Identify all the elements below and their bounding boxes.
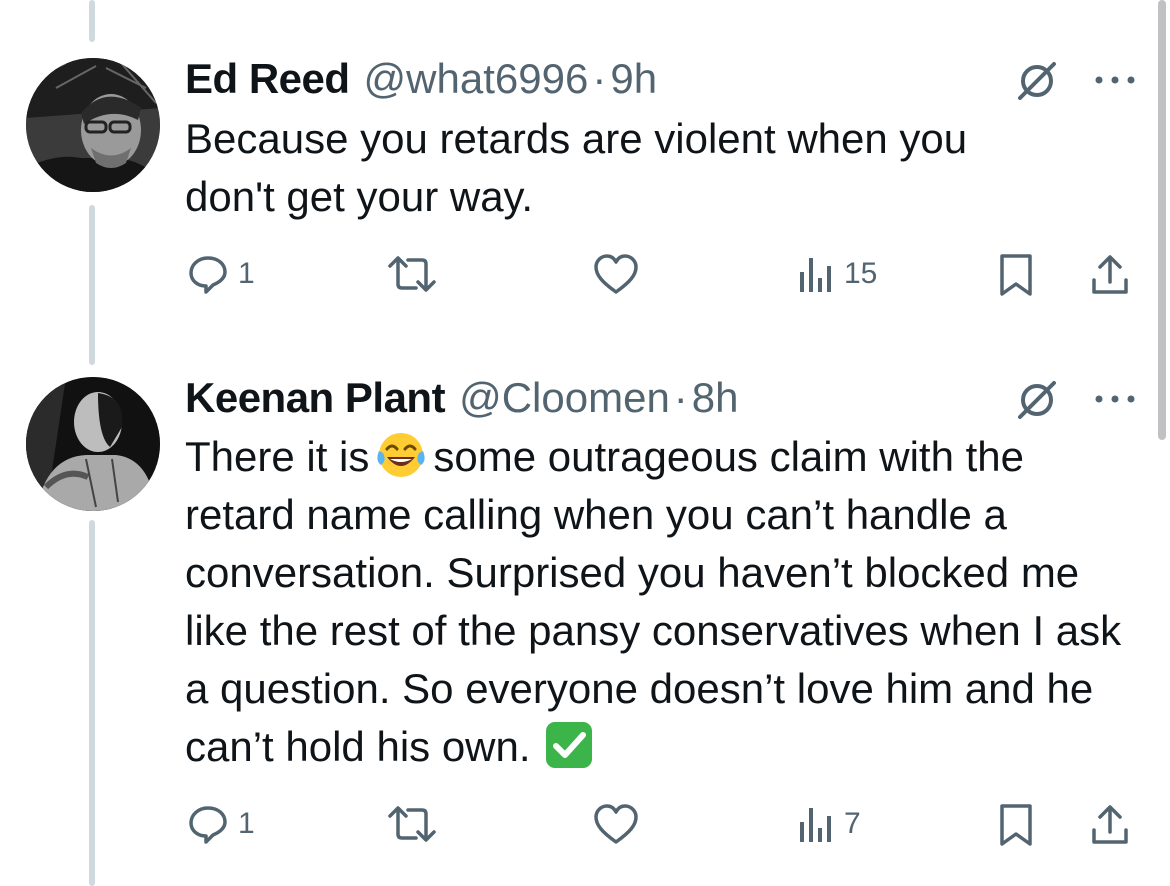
user-handle[interactable]: @Cloomen bbox=[459, 374, 670, 422]
action-bar: 1 7 bbox=[0, 800, 1170, 850]
check-mark-emoji-icon bbox=[545, 722, 592, 768]
tweet-text-start: There it is bbox=[185, 433, 370, 480]
retweet-icon bbox=[388, 806, 436, 842]
bookmark-icon bbox=[1000, 804, 1032, 846]
tweet-keenan-plant[interactable]: Keenan Plant @Cloomen · 8h There it is s… bbox=[0, 0, 1170, 886]
more-options-icon[interactable] bbox=[1092, 389, 1138, 409]
like-button[interactable] bbox=[592, 802, 640, 846]
bookmark-button[interactable] bbox=[998, 802, 1034, 848]
views-button[interactable]: 7 bbox=[796, 802, 861, 846]
avatar[interactable] bbox=[26, 377, 160, 511]
reply-count: 1 bbox=[238, 807, 255, 840]
tweet-header: Keenan Plant @Cloomen · 8h bbox=[185, 374, 739, 422]
retweet-button[interactable] bbox=[386, 802, 438, 846]
share-button[interactable] bbox=[1088, 802, 1132, 848]
reply-button[interactable]: 1 bbox=[186, 802, 255, 846]
reply-icon bbox=[189, 806, 227, 844]
display-name[interactable]: Keenan Plant bbox=[185, 374, 446, 422]
heart-icon bbox=[594, 804, 638, 844]
tweet-text-rest: some outrageous claim with the retard na… bbox=[185, 433, 1122, 770]
views-icon bbox=[800, 808, 831, 842]
tweet-text: There it is some outrageous claim with t… bbox=[185, 428, 1125, 776]
timestamp[interactable]: 8h bbox=[692, 374, 739, 422]
share-icon bbox=[1092, 805, 1128, 844]
grok-icon[interactable] bbox=[1014, 377, 1060, 423]
laughing-emoji-icon bbox=[377, 433, 425, 477]
views-count: 7 bbox=[844, 807, 861, 840]
separator-dot: · bbox=[673, 374, 688, 421]
